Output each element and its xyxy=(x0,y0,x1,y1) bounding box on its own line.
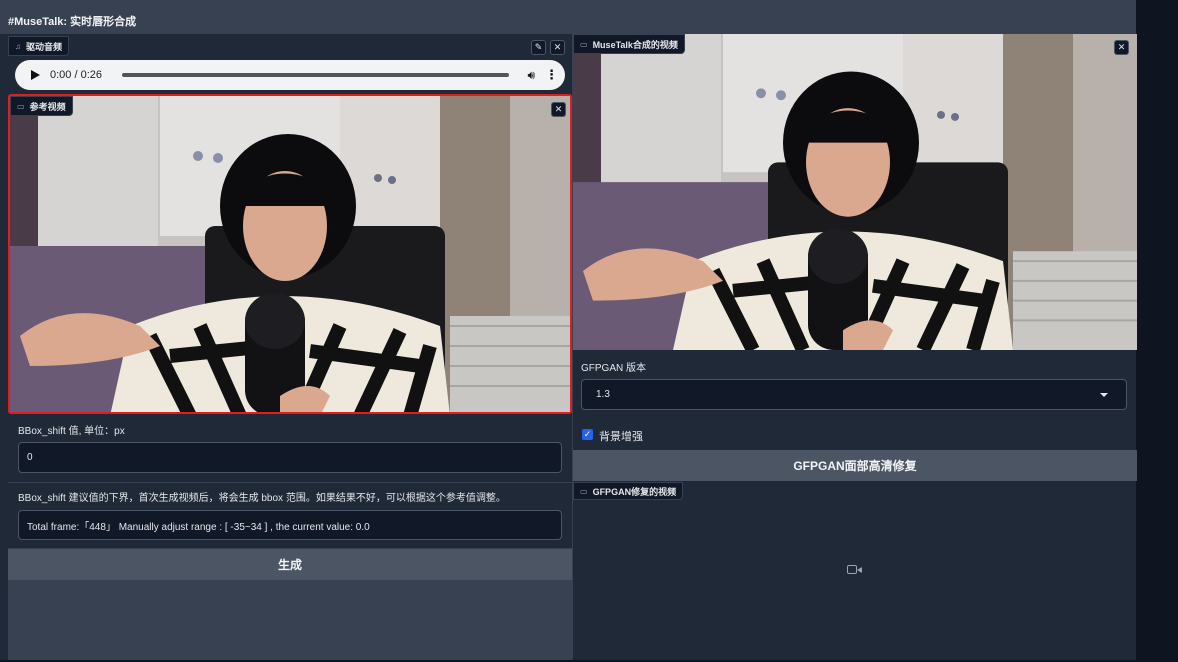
output-video-label-text: MuseTalk合成的视频 xyxy=(592,39,678,50)
bbox-hint-label: BBox_shift 建议值的下界，首次生成视频后，将会生成 bbox 范围。如… xyxy=(18,493,506,504)
audio-player: 0:00 / 0:26 🔊︎ ⋮ xyxy=(15,60,565,90)
video-camera-icon xyxy=(847,565,862,574)
bg-enhance-label: 背景增强 xyxy=(599,431,643,443)
video-camera-icon: ▭ xyxy=(17,101,25,111)
bbox-shift-input[interactable]: 0 xyxy=(18,442,562,473)
right-column: ▭ MuseTalk合成的视频 ✕ GFPGAN 版本 1.3 ✓ 背景增强 G… xyxy=(572,34,1137,660)
left-column: ♫ 驱动音频 ✎ ✕ 0:00 / 0:26 🔊︎ ⋮ ▭ 参考视频 ✕ BBo… xyxy=(8,34,572,660)
pencil-icon[interactable]: ✎ xyxy=(531,40,546,55)
volume-icon[interactable]: 🔊︎ xyxy=(527,68,535,83)
app-window: #MuseTalk: 实时唇形合成 ♫ 驱动音频 ✎ ✕ 0:00 / 0:26… xyxy=(0,0,1137,660)
more-vertical-icon[interactable]: ⋮ xyxy=(545,67,558,83)
reference-video-label-text: 参考视频 xyxy=(29,101,66,112)
divider xyxy=(8,482,572,483)
generate-button[interactable]: 生成 xyxy=(8,549,572,580)
audio-time: 0:00 / 0:26 xyxy=(50,69,102,81)
bg-enhance-checkbox[interactable]: ✓ xyxy=(582,429,593,440)
play-icon[interactable] xyxy=(31,70,40,80)
video-camera-icon: ▭ xyxy=(580,486,588,496)
gfpgan-version-label: GFPGAN 版本 xyxy=(581,363,647,374)
gfpgan-restore-button[interactable]: GFPGAN面部高清修复 xyxy=(573,450,1137,481)
music-note-icon: ♫ xyxy=(15,41,21,51)
restored-video-label-text: GFPGAN修复的视频 xyxy=(592,486,677,497)
gfpgan-version-select[interactable]: 1.3 xyxy=(581,379,1127,410)
bbox-shift-label: BBox_shift 值, 单位：px xyxy=(18,426,125,437)
output-video-label: ▭ MuseTalk合成的视频 xyxy=(573,34,685,54)
audio-label-text: 驱动音频 xyxy=(26,41,63,52)
bbox-hint-textarea[interactable]: Total frame:「448」 Manually adjust range … xyxy=(18,510,562,540)
audio-label: ♫ 驱动音频 xyxy=(8,36,70,56)
reference-video-frame xyxy=(10,96,572,414)
reference-video-close-icon[interactable]: ✕ xyxy=(551,102,566,117)
output-video-close-icon[interactable]: ✕ xyxy=(1114,40,1129,55)
audio-seek-bar[interactable] xyxy=(122,73,510,77)
app-title: #MuseTalk: 实时唇形合成 xyxy=(0,0,1136,34)
output-video-frame xyxy=(573,34,1137,350)
left-empty-area xyxy=(8,580,572,660)
reference-video[interactable]: ▭ 参考视频 ✕ xyxy=(8,94,572,414)
chevron-down-icon xyxy=(1100,393,1108,397)
gfpgan-version-value: 1.3 xyxy=(596,389,610,400)
reference-video-label: ▭ 参考视频 xyxy=(10,96,73,116)
output-video[interactable]: ▭ MuseTalk合成的视频 ✕ xyxy=(573,34,1137,350)
restored-video-label: ▭ GFPGAN修复的视频 xyxy=(573,482,684,500)
video-camera-icon: ▭ xyxy=(580,39,588,49)
audio-close-icon[interactable]: ✕ xyxy=(550,40,565,55)
